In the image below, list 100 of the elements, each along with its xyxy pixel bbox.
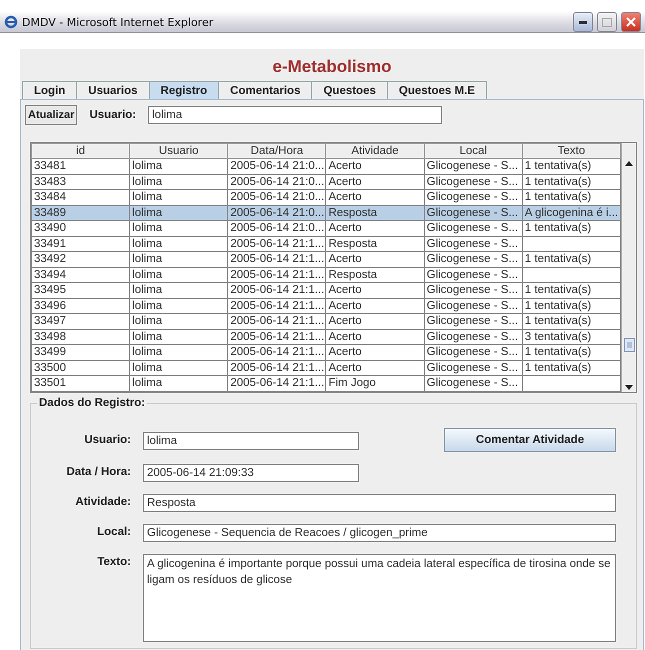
tab[interactable]: Login: [22, 81, 78, 99]
scroll-thumb-icon[interactable]: [624, 338, 634, 352]
table-cell[interactable]: Glicogenese - S...: [424, 236, 522, 252]
table-cell[interactable]: 33481: [32, 158, 130, 174]
table-cell[interactable]: 33494: [32, 267, 130, 282]
table-cell[interactable]: 2005-06-14 21:1...: [228, 376, 326, 391]
minimize-button[interactable]: [573, 12, 593, 32]
table-cell[interactable]: Glicogenese - S...: [424, 314, 522, 329]
table-cell[interactable]: lolima: [130, 329, 228, 344]
table-cell[interactable]: 33498: [32, 329, 130, 344]
table-cell[interactable]: lolima: [130, 236, 228, 252]
table-cell[interactable]: Acerto: [326, 344, 424, 360]
tab[interactable]: Questoes: [311, 81, 388, 99]
table-cell[interactable]: 33491: [32, 236, 130, 252]
table-cell[interactable]: [522, 376, 620, 391]
text-area[interactable]: A glicogenina é importante porque possui uma cadeia lateral específica de tirosina onde se ligam os resíduos de glicose: [143, 554, 616, 642]
close-button[interactable]: [621, 12, 641, 32]
table-cell[interactable]: 1 tentativa(s): [522, 344, 620, 360]
table-cell[interactable]: lolima: [130, 344, 228, 360]
table-cell[interactable]: 2005-06-14 21:1...: [228, 344, 326, 360]
table-cell[interactable]: Glicogenese - S...: [424, 282, 522, 298]
table-cell[interactable]: 1 tentativa(s): [522, 282, 620, 298]
table-cell[interactable]: 1 tentativa(s): [522, 252, 620, 267]
table-cell[interactable]: Acerto: [326, 314, 424, 329]
table-cell[interactable]: Acerto: [326, 220, 424, 236]
table-cell[interactable]: 33501: [32, 376, 130, 391]
table-cell[interactable]: 2005-06-14 21:1...: [228, 252, 326, 267]
table-cell[interactable]: lolima: [130, 190, 228, 205]
table-cell[interactable]: lolima: [130, 376, 228, 391]
table-cell[interactable]: lolima: [130, 205, 228, 220]
table-cell[interactable]: Glicogenese - S...: [424, 298, 522, 314]
table-cell[interactable]: [522, 267, 620, 282]
scroll-up-icon[interactable]: [625, 161, 633, 166]
table-cell[interactable]: 1 tentativa(s): [522, 314, 620, 329]
table-cell[interactable]: Glicogenese - S...: [424, 174, 522, 190]
table-cell[interactable]: Acerto: [326, 190, 424, 205]
table-cell[interactable]: 1 tentativa(s): [522, 190, 620, 205]
table-cell[interactable]: Glicogenese - S...: [424, 158, 522, 174]
column-header[interactable]: Texto: [522, 144, 620, 158]
table-cell[interactable]: 2005-06-14 21:1...: [228, 329, 326, 344]
table-cell[interactable]: 33483: [32, 174, 130, 190]
table-cell[interactable]: 2005-06-14 21:0...: [228, 158, 326, 174]
table-cell[interactable]: Glicogenese - S...: [424, 205, 522, 220]
table-cell[interactable]: 33489: [32, 205, 130, 220]
column-header[interactable]: id: [32, 144, 130, 158]
table-cell[interactable]: 2005-06-14 21:1...: [228, 236, 326, 252]
column-header[interactable]: Atividade: [326, 144, 424, 158]
column-header[interactable]: Usuario: [130, 144, 228, 158]
tab[interactable]: Registro: [148, 81, 220, 99]
table-cell[interactable]: Acerto: [326, 360, 424, 376]
table-cell[interactable]: [522, 236, 620, 252]
table-cell[interactable]: 2005-06-14 21:1...: [228, 314, 326, 329]
table-cell[interactable]: 33496: [32, 298, 130, 314]
column-header[interactable]: Local: [424, 144, 522, 158]
table-cell[interactable]: lolima: [130, 252, 228, 267]
table-cell[interactable]: 2005-06-14 21:0...: [228, 174, 326, 190]
table-cell[interactable]: Acerto: [326, 298, 424, 314]
table-cell[interactable]: Resposta: [326, 236, 424, 252]
table-cell[interactable]: 1 tentativa(s): [522, 298, 620, 314]
table-cell[interactable]: 33500: [32, 360, 130, 376]
input-field[interactable]: lolima: [143, 432, 359, 450]
table-cell[interactable]: 2005-06-14 21:1...: [228, 298, 326, 314]
table-cell[interactable]: 33497: [32, 314, 130, 329]
table-cell[interactable]: Glicogenese - S...: [424, 329, 522, 344]
table-cell[interactable]: 33492: [32, 252, 130, 267]
table-cell[interactable]: Glicogenese - S...: [424, 267, 522, 282]
table-cell[interactable]: Glicogenese - S...: [424, 344, 522, 360]
table-cell[interactable]: Resposta: [326, 205, 424, 220]
table-cell[interactable]: Acerto: [326, 329, 424, 344]
table-cell[interactable]: lolima: [130, 360, 228, 376]
table-cell[interactable]: 1 tentativa(s): [522, 360, 620, 376]
table-cell[interactable]: Acerto: [326, 174, 424, 190]
table-cell[interactable]: 2005-06-14 21:0...: [228, 190, 326, 205]
scroll-down-icon[interactable]: [625, 384, 633, 390]
table-cell[interactable]: lolima: [130, 298, 228, 314]
table-cell[interactable]: 1 tentativa(s): [522, 158, 620, 174]
table-cell[interactable]: lolima: [130, 158, 228, 174]
table-cell[interactable]: A glicogenina é i...: [522, 205, 620, 220]
table-cell[interactable]: Resposta: [326, 267, 424, 282]
table-cell[interactable]: Acerto: [326, 282, 424, 298]
table-cell[interactable]: Glicogenese - S...: [424, 252, 522, 267]
table-cell[interactable]: 2005-06-14 21:0...: [228, 205, 326, 220]
table-cell[interactable]: 33484: [32, 190, 130, 205]
table-cell[interactable]: Acerto: [326, 158, 424, 174]
table-cell[interactable]: 33499: [32, 344, 130, 360]
table-cell[interactable]: 2005-06-14 21:1...: [228, 360, 326, 376]
tab[interactable]: Questoes M.E: [386, 81, 487, 99]
table-cell[interactable]: 2005-06-14 21:1...: [228, 267, 326, 282]
table-cell[interactable]: 33495: [32, 282, 130, 298]
table-cell[interactable]: Glicogenese - S...: [424, 360, 522, 376]
table-cell[interactable]: lolima: [130, 267, 228, 282]
user-field[interactable]: lolima: [148, 106, 442, 124]
table-cell[interactable]: Acerto: [326, 252, 424, 267]
refresh-button[interactable]: Atualizar: [25, 105, 78, 125]
table-cell[interactable]: Glicogenese - S...: [424, 190, 522, 205]
table-cell[interactable]: Glicogenese - S...: [424, 376, 522, 391]
table-cell[interactable]: lolima: [130, 174, 228, 190]
input-field[interactable]: Glicogenese - Sequencia de Reacoes / glicogen_prime: [143, 524, 616, 542]
table-cell[interactable]: 2005-06-14 21:0...: [228, 220, 326, 236]
table-cell[interactable]: lolima: [130, 282, 228, 298]
